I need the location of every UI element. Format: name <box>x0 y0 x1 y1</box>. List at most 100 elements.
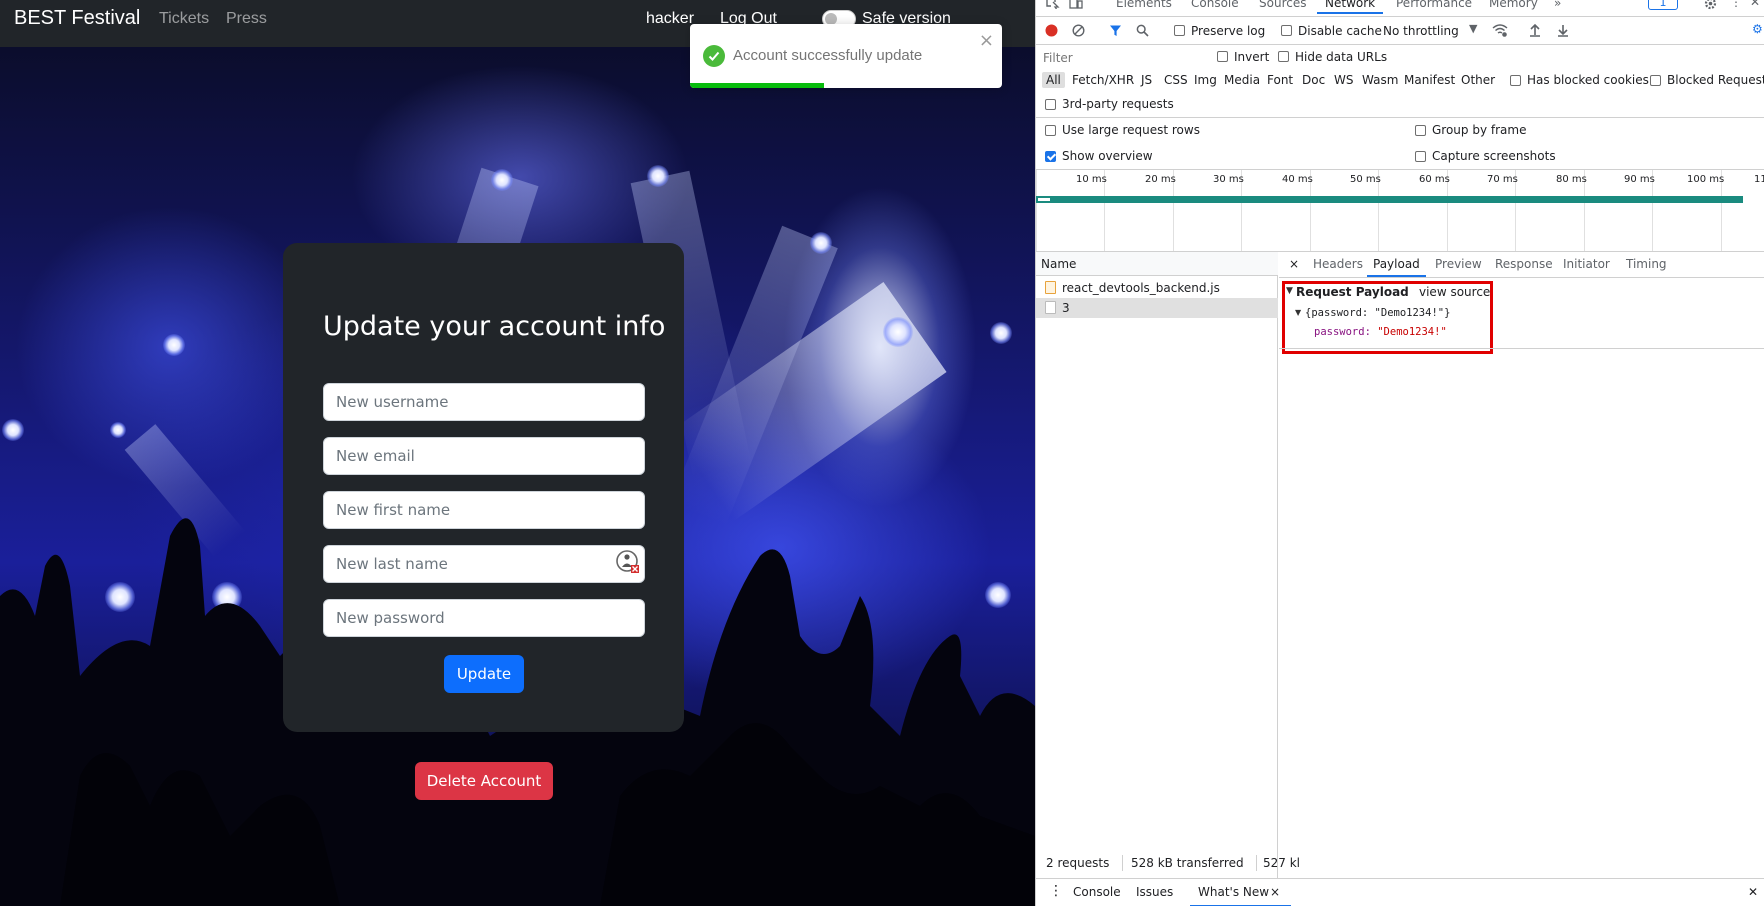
gear-icon[interactable] <box>1704 0 1717 10</box>
name-column-header[interactable]: Name <box>1041 257 1076 271</box>
request-row[interactable]: react_devtools_backend.js <box>1036 278 1278 298</box>
email-input[interactable] <box>323 437 645 475</box>
nav-link-tickets[interactable]: Tickets <box>159 10 209 28</box>
devtools-tab-bar: Elements Console Sources Network Perform… <box>1036 0 1764 14</box>
network-overview-timeline[interactable]: 10 ms 20 ms 30 ms 40 ms 50 ms 60 ms 70 m… <box>1036 170 1764 251</box>
clear-icon[interactable] <box>1072 24 1085 37</box>
throttling-select[interactable]: No throttling <box>1383 24 1459 38</box>
password-input[interactable] <box>323 599 645 637</box>
timeline-tick: 90 ms <box>1624 174 1655 185</box>
filter-input[interactable] <box>1043 50 1203 66</box>
kebab-menu-icon[interactable]: ⋮ <box>1730 0 1742 9</box>
tab-performance[interactable]: Performance <box>1396 0 1472 10</box>
timeline-tick: 40 ms <box>1282 174 1313 185</box>
type-filter-all[interactable]: All <box>1042 72 1065 88</box>
request-row-selected[interactable]: 3 <box>1036 298 1278 318</box>
network-summary-bar: 2 requests 528 kB transferred 527 kl <box>1036 852 1300 874</box>
timeline-tick: 60 ms <box>1419 174 1450 185</box>
drawer-tab-whats-new[interactable]: What's New <box>1189 885 1292 906</box>
drawer-menu-icon[interactable]: ⋮ <box>1049 883 1063 899</box>
chevron-down-icon[interactable]: ▼ <box>1469 22 1477 35</box>
hide-data-urls-checkbox[interactable] <box>1278 51 1289 62</box>
type-filter-css[interactable]: CSS <box>1164 73 1188 87</box>
device-toolbar-icon[interactable] <box>1069 0 1083 9</box>
type-filter-doc[interactable]: Doc <box>1302 73 1325 87</box>
nav-link-press[interactable]: Press <box>226 10 267 28</box>
tab-headers[interactable]: Headers <box>1313 257 1363 271</box>
password-manager-icon[interactable] <box>616 550 640 574</box>
type-filter-font[interactable]: Font <box>1267 73 1293 87</box>
type-filter-media[interactable]: Media <box>1224 73 1260 87</box>
tab-preview[interactable]: Preview <box>1435 257 1482 271</box>
has-blocked-cookies-checkbox[interactable] <box>1510 75 1521 86</box>
show-overview-label: Show overview <box>1062 149 1153 163</box>
stage-light <box>883 317 913 347</box>
type-filter-other[interactable]: Other <box>1461 73 1495 87</box>
last-name-input[interactable] <box>323 545 645 583</box>
first-name-input[interactable] <box>323 491 645 529</box>
type-filter-ws[interactable]: WS <box>1334 73 1353 87</box>
group-by-frame-checkbox[interactable] <box>1415 125 1426 136</box>
third-party-checkbox[interactable] <box>1045 99 1056 110</box>
highlight-annotation-box <box>1282 281 1493 354</box>
third-party-label: 3rd-party requests <box>1062 97 1174 111</box>
nav-username[interactable]: hacker <box>646 10 694 28</box>
tab-sources[interactable]: Sources <box>1259 0 1306 10</box>
search-icon[interactable] <box>1136 24 1149 37</box>
tab-payload[interactable]: Payload <box>1367 257 1426 277</box>
show-overview-checkbox[interactable] <box>1045 151 1056 162</box>
tab-initiator[interactable]: Initiator <box>1563 257 1610 271</box>
record-icon[interactable] <box>1045 24 1058 37</box>
timeline-tick: 30 ms <box>1213 174 1244 185</box>
tab-console[interactable]: Console <box>1191 0 1239 10</box>
type-filter-js[interactable]: JS <box>1141 73 1152 87</box>
tab-memory[interactable]: Memory <box>1489 0 1538 10</box>
delete-account-button[interactable]: Delete Account <box>415 762 553 800</box>
brand-logo[interactable]: BEST Festival <box>14 7 140 30</box>
update-button[interactable]: Update <box>444 655 524 693</box>
more-tabs-icon[interactable]: » <box>1554 0 1561 10</box>
success-check-icon <box>703 45 725 67</box>
network-conditions-icon[interactable] <box>1492 23 1508 37</box>
large-rows-checkbox[interactable] <box>1045 125 1056 136</box>
type-filter-wasm[interactable]: Wasm <box>1362 73 1398 87</box>
username-input[interactable] <box>323 383 645 421</box>
close-devtools-icon[interactable]: ✕ <box>1750 0 1760 9</box>
filter-icon[interactable] <box>1109 24 1122 37</box>
export-har-icon[interactable] <box>1557 23 1569 37</box>
inspect-element-icon[interactable] <box>1046 0 1060 9</box>
type-filter-manifest[interactable]: Manifest <box>1404 73 1455 87</box>
disable-cache-checkbox[interactable] <box>1281 25 1292 36</box>
update-account-card: Update your account info Update <box>283 243 684 732</box>
timeline-tick: 11 <box>1754 174 1764 185</box>
type-filter-img[interactable]: Img <box>1194 73 1217 87</box>
close-details-icon[interactable]: × <box>1289 257 1299 271</box>
type-filter-fetch-xhr[interactable]: Fetch/XHR <box>1072 73 1134 87</box>
document-file-icon <box>1045 301 1056 314</box>
drawer-tab-console[interactable]: Console <box>1073 885 1121 899</box>
tab-timing[interactable]: Timing <box>1626 257 1667 271</box>
js-file-icon <box>1045 281 1056 294</box>
request-details: × Headers Payload Preview Response Initi… <box>1279 252 1764 878</box>
close-drawer-tab-icon[interactable]: × <box>1270 885 1280 899</box>
group-by-frame-label: Group by frame <box>1432 123 1527 137</box>
stage-light <box>990 322 1012 344</box>
preserve-log-label: Preserve log <box>1191 24 1266 38</box>
preserve-log-checkbox[interactable] <box>1174 25 1185 36</box>
invert-checkbox[interactable] <box>1217 51 1228 62</box>
divider <box>1036 117 1764 118</box>
success-toast: Account successfully update × <box>690 24 1002 88</box>
request-count: 2 requests <box>1046 856 1110 870</box>
close-drawer-icon[interactable]: ✕ <box>1748 885 1758 899</box>
tab-elements[interactable]: Elements <box>1116 0 1172 10</box>
tab-network[interactable]: Network <box>1316 0 1384 14</box>
settings-gear-icon[interactable]: ⚙ <box>1752 22 1763 36</box>
capture-screenshots-checkbox[interactable] <box>1415 151 1426 162</box>
blocked-requests-checkbox[interactable] <box>1650 75 1661 86</box>
drawer-tab-issues[interactable]: Issues <box>1136 885 1173 899</box>
tab-response[interactable]: Response <box>1495 257 1553 271</box>
issues-badge[interactable]: 1 <box>1648 0 1678 10</box>
toast-close-icon[interactable]: × <box>979 32 994 50</box>
request-list-header: Name <box>1036 252 1278 276</box>
import-har-icon[interactable] <box>1529 23 1541 37</box>
